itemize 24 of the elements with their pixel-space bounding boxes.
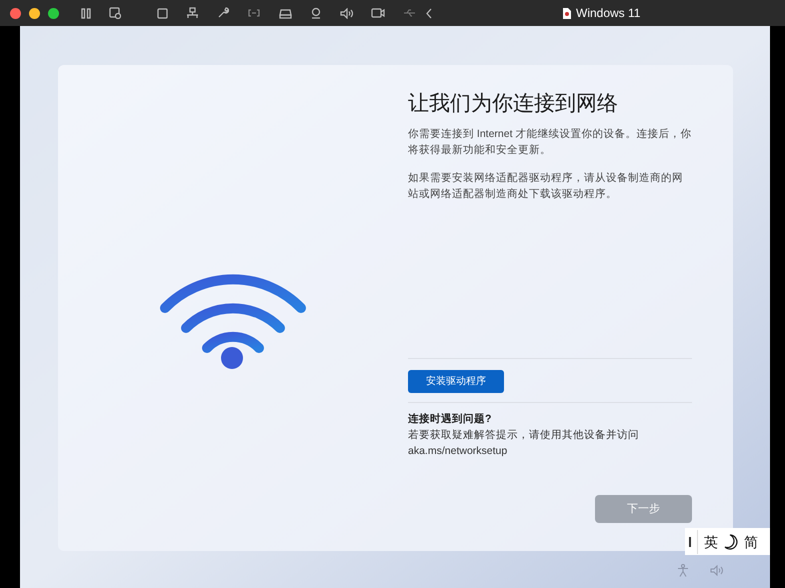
input-mode-toggle[interactable]: 英 — [704, 532, 718, 550]
help-text: 若要获取疑难解答提示，请使用其他设备并访问 aka.ms/networksetup — [408, 428, 640, 459]
minimize-window-button[interactable] — [29, 8, 40, 18]
snapshot-icon[interactable] — [109, 7, 121, 19]
chevron-left-icon[interactable] — [426, 8, 432, 18]
square-icon[interactable] — [157, 8, 168, 18]
drive-icon[interactable] — [279, 8, 292, 18]
speaker-icon[interactable] — [340, 8, 353, 18]
moon-icon[interactable] — [724, 534, 738, 550]
text-cursor-icon — [689, 536, 691, 546]
document-icon — [562, 6, 572, 20]
window-title: Windows 11 — [576, 5, 640, 21]
description-text: 你需要连接到 Internet 才能继续设置你的设备。连接后，你将获得最新功能和安全更新。 — [408, 127, 692, 158]
zoom-window-button[interactable] — [48, 8, 59, 18]
video-camera-icon[interactable] — [371, 8, 385, 18]
description-text: 如果需要安装网络适配器驱动程序，请从设备制造商的网站或网络适配器制造商处下载该驱动程序。 — [408, 171, 684, 202]
help-heading: 连接时遇到问题? — [408, 412, 492, 427]
page-title: 让我们为你连接到网络 — [408, 91, 619, 117]
network-icon[interactable] — [186, 7, 199, 19]
close-window-button[interactable] — [10, 8, 21, 18]
install-driver-button[interactable]: 安装驱动程序 — [408, 370, 504, 393]
pause-icon[interactable] — [81, 8, 91, 18]
usb-icon[interactable] — [403, 9, 416, 17]
script-toggle[interactable]: 简 — [744, 532, 758, 550]
